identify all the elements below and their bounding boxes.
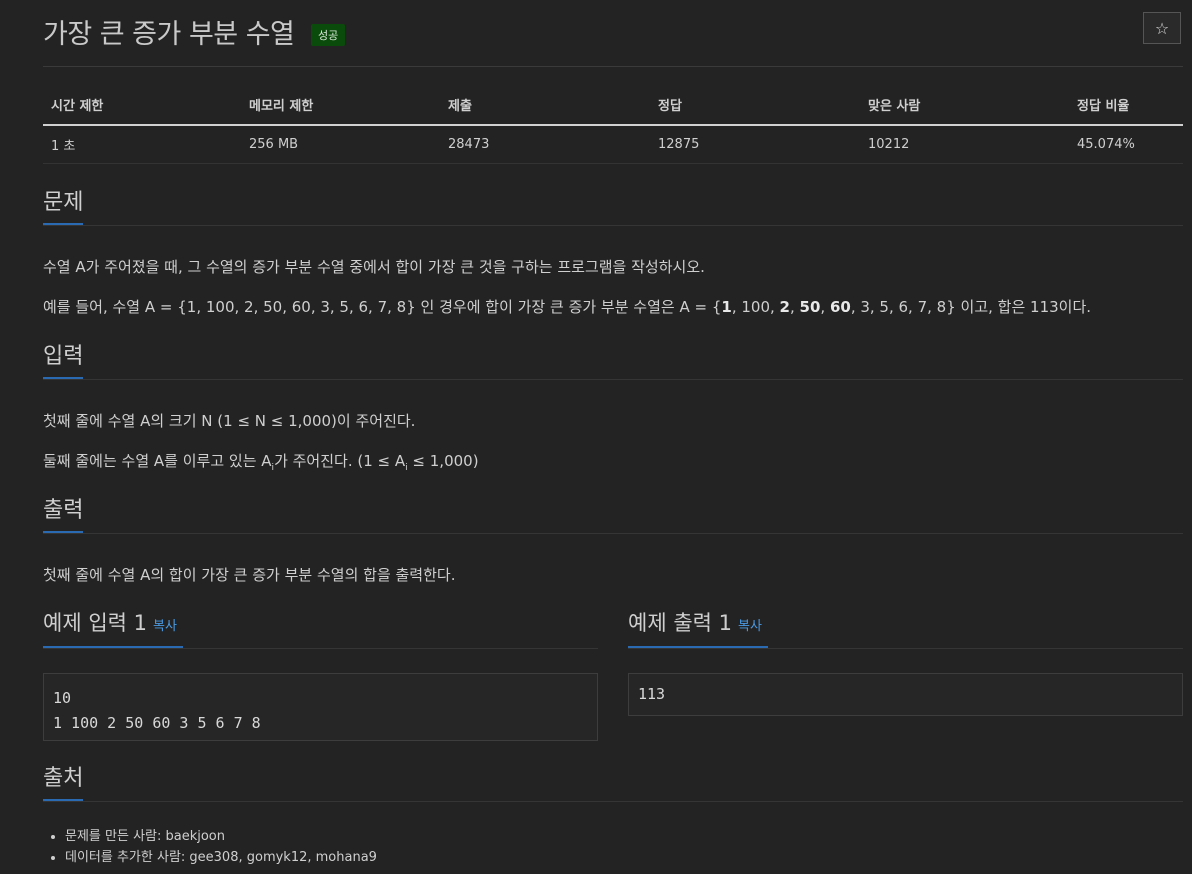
section-title: 출력 — [43, 497, 84, 533]
copy-output-button[interactable]: 복사 — [738, 619, 762, 634]
stats-header: 정답 — [650, 86, 860, 126]
problem-section-header: 문제 — [43, 189, 1183, 226]
input-description-2: 둘째 줄에는 수열 A를 이루고 있는 Ai가 주어진다. (1 ≤ Ai ≤ … — [43, 452, 479, 473]
problem-description-2: 예를 들어, 수열 A = {1, 100, 2, 50, 60, 3, 5, … — [43, 298, 1092, 316]
star-button[interactable]: ☆ — [1143, 12, 1181, 44]
source-list: 문제를 만든 사람: baekjoon 데이터를 추가한 사람: gee308,… — [43, 826, 377, 868]
status-badge: 성공 — [311, 24, 346, 46]
stats-header: 맞은 사람 — [860, 86, 1069, 126]
stats-header: 정답 비율 — [1069, 86, 1183, 126]
list-item: 데이터를 추가한 사람: gee308, gomyk12, mohana9 — [65, 847, 377, 868]
section-title: 출처 — [43, 765, 84, 801]
sample-input-box[interactable]: 10 1 100 2 50 60 3 5 6 7 8 — [43, 673, 598, 741]
section-title: 문제 — [43, 189, 84, 225]
stats-header: 시간 제한 — [43, 86, 241, 126]
list-item: 문제를 만든 사람: baekjoon — [65, 826, 377, 847]
stats-cell: 45.074% — [1069, 125, 1183, 164]
problem-title: 가장 큰 증가 부분 수열 — [43, 19, 295, 50]
source-section-header: 출처 — [43, 765, 1183, 802]
problem-description-1: 수열 A가 주어졌을 때, 그 수열의 증가 부분 수열 중에서 합이 가장 큰… — [43, 258, 705, 276]
star-icon: ☆ — [1154, 19, 1170, 38]
sample-output-title: 예제 출력 1 복사 — [628, 608, 768, 648]
sample-input-title: 예제 입력 1 복사 — [43, 608, 183, 648]
stats-row: 1 초 256 MB 28473 12875 10212 45.074% — [43, 125, 1183, 164]
stats-cell: 10212 — [860, 125, 1069, 164]
stats-header: 제출 — [440, 86, 650, 126]
stats-header: 메모리 제한 — [241, 86, 440, 126]
stats-table: 시간 제한 메모리 제한 제출 정답 맞은 사람 정답 비율 1 초 256 M… — [43, 86, 1183, 164]
sample-output-header: 예제 출력 1 복사 — [628, 608, 1183, 649]
sample-output-box[interactable]: 113 — [628, 673, 1183, 716]
output-description: 첫째 줄에 수열 A의 합이 가장 큰 증가 부분 수열의 합을 출력한다. — [43, 566, 456, 584]
section-title: 입력 — [43, 343, 84, 379]
output-section-header: 출력 — [43, 497, 1183, 534]
divider — [43, 66, 1183, 67]
stats-header-row: 시간 제한 메모리 제한 제출 정답 맞은 사람 정답 비율 — [43, 86, 1183, 126]
input-description-1: 첫째 줄에 수열 A의 크기 N (1 ≤ N ≤ 1,000)이 주어진다. — [43, 412, 416, 430]
stats-cell: 256 MB — [241, 125, 440, 164]
input-section-header: 입력 — [43, 343, 1183, 380]
copy-input-button[interactable]: 복사 — [153, 619, 177, 634]
stats-cell: 12875 — [650, 125, 860, 164]
stats-cell: 28473 — [440, 125, 650, 164]
stats-cell: 1 초 — [43, 125, 241, 164]
sample-input-header: 예제 입력 1 복사 — [43, 608, 598, 649]
